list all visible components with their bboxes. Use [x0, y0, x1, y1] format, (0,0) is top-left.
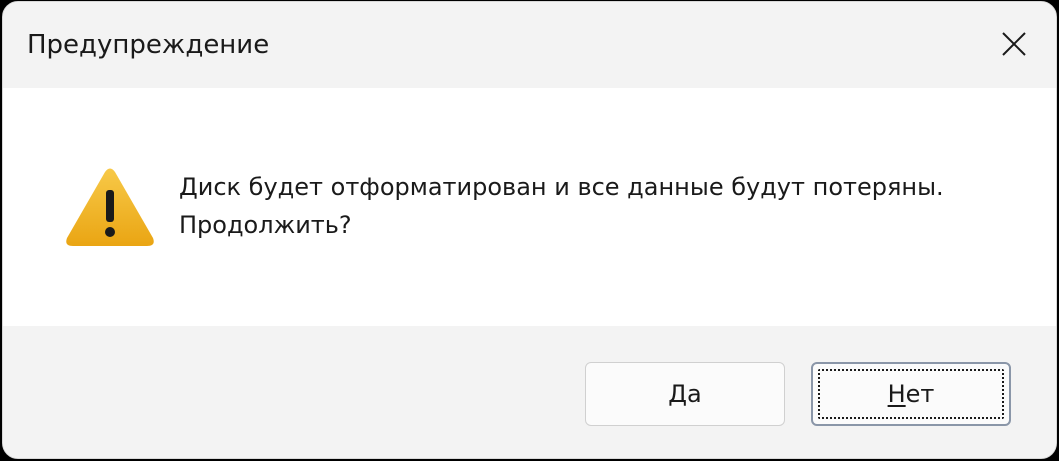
dialog-title: Предупреждение [27, 30, 270, 60]
message-line-2: Продолжить? [179, 211, 352, 239]
dialog-message: Диск будет отформатирован и все данные б… [179, 168, 944, 244]
no-button[interactable]: Нет [811, 362, 1011, 426]
close-icon [1002, 32, 1026, 56]
focus-ring [818, 369, 1004, 419]
close-button[interactable] [990, 20, 1038, 68]
warning-dialog: Предупреждение Диск будет отформатирован… [2, 1, 1057, 459]
dialog-footer: Да Нет [3, 326, 1056, 458]
yes-button-label: Да [668, 380, 702, 408]
title-bar: Предупреждение [3, 2, 1056, 88]
dialog-content: Диск будет отформатирован и все данные б… [3, 88, 1056, 326]
warning-icon [66, 168, 154, 246]
message-line-1: Диск будет отформатирован и все данные б… [179, 173, 944, 201]
yes-button[interactable]: Да [585, 362, 785, 426]
